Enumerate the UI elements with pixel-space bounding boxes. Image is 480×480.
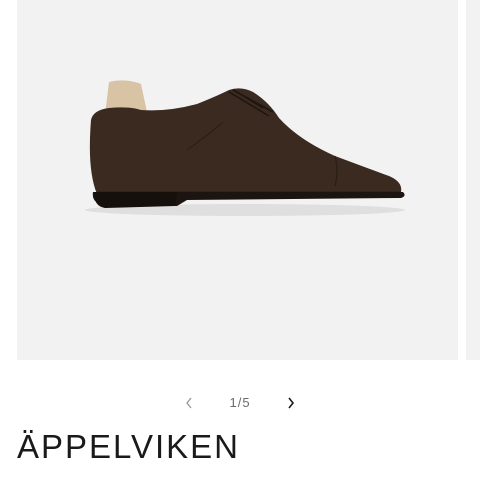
chevron-right-icon [288, 397, 295, 409]
shoe-heel [94, 192, 177, 208]
product-title: ÄPPELVIKEN [17, 428, 240, 465]
slider-counter: 1/5 [215, 390, 265, 416]
slider-next-button[interactable] [280, 390, 302, 416]
product-image[interactable] [17, 0, 458, 360]
slider-current: 1 [229, 395, 238, 410]
slider-prev-button[interactable] [178, 390, 200, 416]
product-page: 1/5 ÄPPELVIKEN [0, 0, 480, 480]
next-image-preview[interactable] [466, 0, 480, 360]
slider-controls: 1/5 [0, 390, 480, 416]
product-media-gallery [0, 0, 480, 360]
chevron-left-icon [186, 397, 192, 409]
shoe-image [85, 80, 405, 216]
slider-total: 5 [242, 395, 251, 410]
